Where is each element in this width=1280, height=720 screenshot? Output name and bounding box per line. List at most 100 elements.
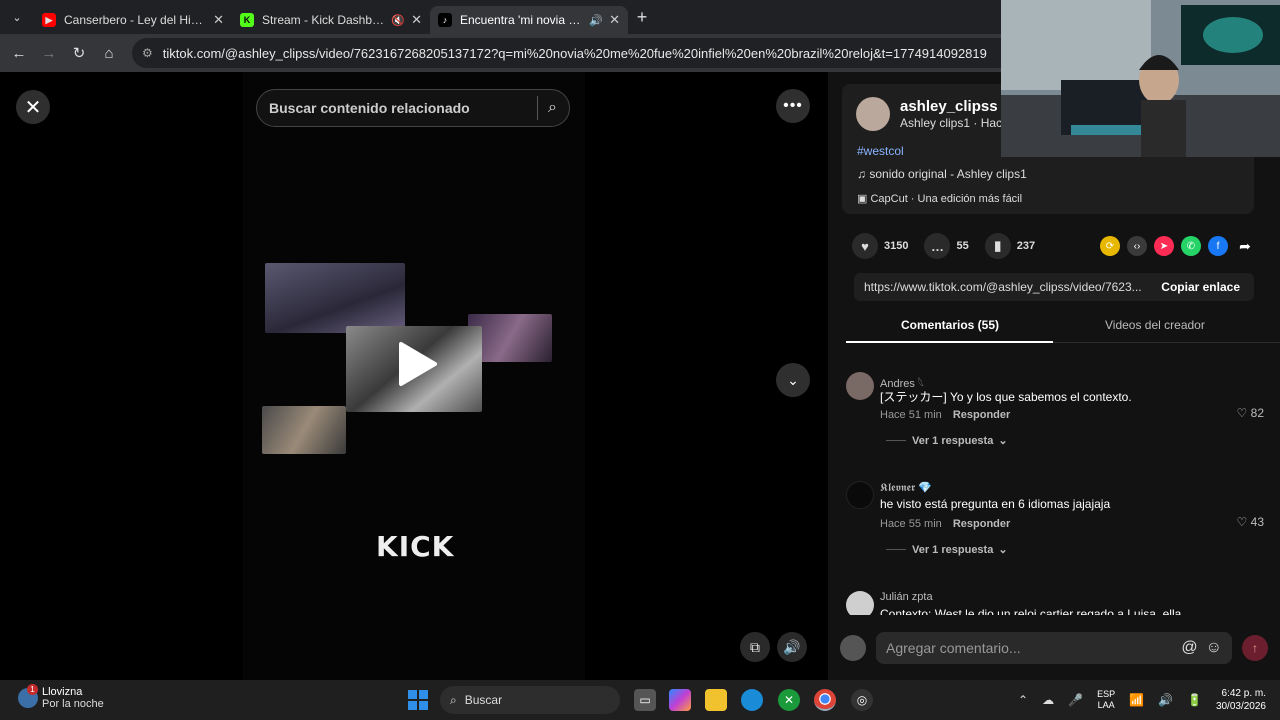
reload-button[interactable]: ↻ — [64, 38, 94, 68]
clock-time: 6:42 p. m. — [1221, 688, 1266, 699]
search-divider — [537, 96, 539, 120]
comment-avatar[interactable] — [846, 591, 874, 615]
video-player[interactable]: Buscar contenido relacionado ⌕ KICK — [243, 72, 585, 680]
video-link: https://www.tiktok.com/@ashley_clipss/vi… — [864, 280, 1142, 294]
whatsapp-icon[interactable]: ✆ — [1181, 236, 1201, 256]
view-replies-button[interactable]: Ver 1 respuesta ⌄ — [886, 434, 1008, 447]
wifi-icon[interactable]: 📶 — [1129, 693, 1144, 707]
battery-icon[interactable]: 🔋 — [1187, 693, 1202, 707]
taskbar-search[interactable]: ⌕ Buscar — [440, 686, 620, 714]
play-icon[interactable] — [395, 340, 439, 388]
comment-like-button[interactable]: ♡ 82 — [1237, 406, 1264, 420]
more-options-button[interactable]: ••• — [776, 89, 810, 123]
weather-widget[interactable]: 1 Llovizna Por la noche — [18, 684, 104, 710]
microphone-icon[interactable]: 🎤 — [1068, 693, 1083, 707]
weather-title: Llovizna — [42, 686, 83, 698]
system-tray: ⌃ ☁ 🎤 ESP LAA 📶 🔊 🔋 6:42 p. m. 30/03/202… — [1018, 680, 1280, 720]
tiktok-favicon-icon: ♪ — [438, 13, 452, 27]
audio-playing-icon[interactable]: 🔊 — [589, 14, 603, 27]
chevron-up-icon[interactable]: ⌃ — [1018, 693, 1028, 707]
new-tab-button[interactable]: + — [628, 3, 656, 31]
language-indicator[interactable]: ESP LAA — [1097, 689, 1115, 711]
tab-kick[interactable]: K Stream - Kick Dashboard 🔇 ✕ — [232, 6, 430, 34]
reply-button[interactable]: Responder — [953, 518, 1010, 530]
my-avatar — [840, 635, 866, 661]
send-to-friends-icon[interactable]: ➤ — [1154, 236, 1174, 256]
mention-icon[interactable]: @ — [1181, 639, 1197, 657]
copilot-icon[interactable] — [669, 689, 691, 711]
capcut-link[interactable]: ▣ CapCut · Una edición más fácil — [857, 192, 1022, 205]
home-button[interactable]: ⌂ — [94, 38, 124, 68]
tab-search-icon[interactable]: ⌄ — [0, 0, 34, 34]
chevron-down-icon: ⌄ — [998, 435, 1008, 447]
send-comment-button[interactable]: ↑ — [1242, 635, 1268, 661]
search-placeholder: Buscar contenido relacionado — [269, 100, 470, 116]
tab-comments[interactable]: Comentarios (55) — [901, 318, 999, 332]
close-video-button[interactable]: ✕ — [16, 90, 50, 124]
music-link[interactable]: ♫ sonido original - Ashley clips1 — [857, 167, 1027, 181]
facebook-icon[interactable]: f — [1208, 236, 1228, 256]
comment-like-button[interactable]: ♡ 43 — [1237, 515, 1264, 529]
bookmark-icon: ▮ — [984, 233, 1011, 259]
comment-meta: Hace 51 min Responder — [880, 409, 1010, 421]
like-button[interactable]: ♥ 3150 — [852, 233, 908, 259]
back-button[interactable]: ← — [4, 38, 34, 68]
comment-avatar[interactable] — [846, 372, 874, 400]
comment-meta: Hace 55 min Responder — [880, 518, 1010, 530]
forward-button[interactable]: → — [34, 38, 64, 68]
close-tab-icon[interactable]: ✕ — [411, 12, 422, 28]
heart-outline-icon: ♡ — [1236, 406, 1251, 420]
reply-button[interactable]: Responder — [953, 409, 1010, 421]
replies-line — [886, 440, 906, 441]
close-tab-icon[interactable]: ✕ — [609, 12, 620, 28]
comment-username[interactable]: Julián zpta — [880, 591, 933, 603]
close-tab-icon[interactable]: ✕ — [213, 12, 224, 28]
windows-start-icon[interactable] — [408, 690, 428, 710]
tab-creator-videos[interactable]: Videos del creador — [1105, 318, 1205, 332]
tab-youtube[interactable]: ▶ Canserbero - Ley del Hielo [Vid... ✕ — [34, 6, 232, 34]
search-icon[interactable]: ⌕ — [548, 99, 557, 117]
comment-text: he visto está pregunta en 6 idiomas jaja… — [880, 497, 1111, 511]
author-username[interactable]: ashley_clipss — [900, 98, 998, 115]
save-count: 237 — [1016, 240, 1036, 252]
tiktok-page: ✕ Buscar contenido relacionado ⌕ KICK ••… — [0, 72, 1280, 680]
comment-username[interactable]: 𝕶𝖑𝖊𝖛𝖓𝖊𝖗 💎 — [880, 481, 932, 495]
onedrive-icon[interactable]: ☁ — [1042, 693, 1054, 707]
task-view-icon[interactable]: ▭ — [634, 689, 656, 711]
tab-tiktok[interactable]: ♪ Encuentra 'mi novia me fue... 🔊 ✕ — [430, 6, 628, 34]
author-avatar[interactable] — [856, 97, 890, 131]
search-icon: ⌕ — [450, 692, 457, 707]
site-info-icon[interactable]: ⚙ — [142, 46, 153, 60]
embed-icon[interactable]: ‹› — [1127, 236, 1147, 256]
volume-icon[interactable]: 🔊 — [1158, 693, 1173, 707]
comment-button[interactable]: … 55 — [924, 233, 969, 259]
edge-icon[interactable] — [741, 689, 763, 711]
chevron-down-icon: ⌄ — [998, 544, 1008, 556]
tab-title: Encuentra 'mi novia me fue... — [460, 13, 584, 27]
rain-icon: 1 — [18, 684, 38, 708]
xbox-icon[interactable]: ✕ — [778, 689, 800, 711]
chrome-icon[interactable] — [814, 689, 836, 711]
volume-button[interactable]: 🔊 — [777, 632, 807, 662]
capcut-label: CapCut · Una edición más fácil — [870, 193, 1023, 205]
comment-avatar[interactable] — [846, 481, 874, 509]
comment-item: 𝕶𝖑𝖊𝖛𝖓𝖊𝖗 💎 he visto está pregunta en 6 id… — [846, 481, 1266, 571]
weather-subtitle: Por la noche — [42, 698, 104, 710]
obs-icon[interactable]: ◎ — [851, 689, 873, 711]
view-replies-button[interactable]: Ver 1 respuesta ⌄ — [886, 543, 1008, 556]
clock[interactable]: 6:42 p. m. 30/03/2026 — [1216, 687, 1266, 713]
comment-input[interactable]: Agregar comentario... @ ☺ — [876, 632, 1232, 664]
author-display-name: Ashley clips1 · Hace — [900, 116, 1009, 130]
muted-icon[interactable]: 🔇 — [391, 14, 405, 27]
emoji-icon[interactable]: ☺ — [1206, 639, 1222, 657]
capcut-icon: ▣ — [857, 193, 871, 205]
save-button[interactable]: ▮ 237 — [984, 233, 1036, 259]
repost-icon[interactable]: ⟳ — [1100, 236, 1120, 256]
share-more-icon[interactable]: ➦ — [1235, 236, 1255, 256]
related-search-bar[interactable]: Buscar contenido relacionado ⌕ — [256, 89, 570, 127]
hashtag-link[interactable]: #westcol — [857, 144, 904, 158]
copy-link-button[interactable]: Copiar enlace — [1147, 280, 1254, 294]
floating-player-button[interactable]: ⧉ — [740, 632, 770, 662]
file-explorer-icon[interactable] — [705, 689, 727, 711]
next-video-button[interactable]: ⌄ — [776, 363, 810, 397]
